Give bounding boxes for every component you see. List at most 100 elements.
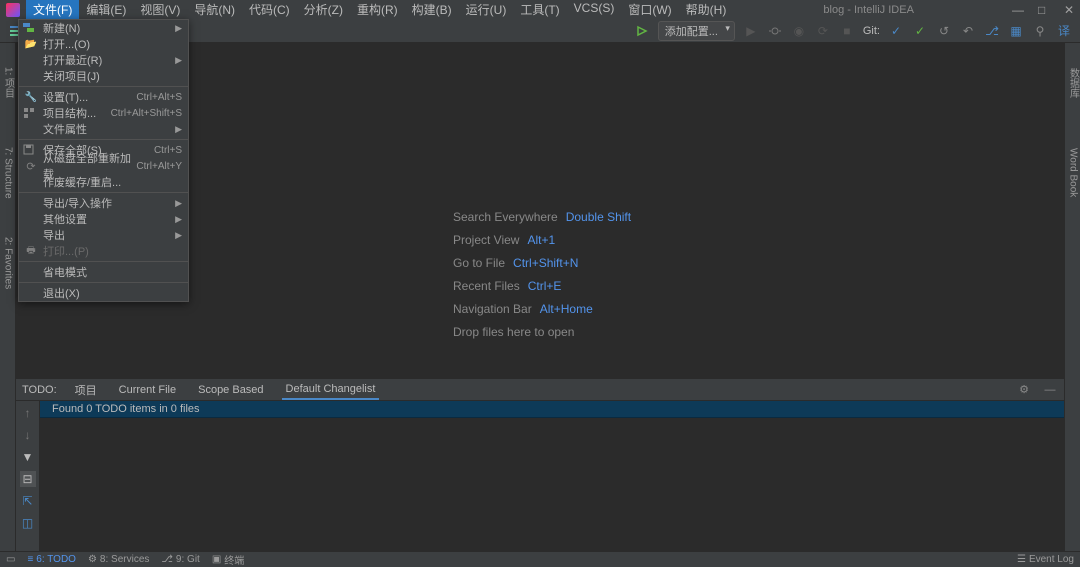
- sb-icon: ⚙: [88, 554, 97, 565]
- menu-item-label: 新建(N): [43, 20, 171, 36]
- run-config-select[interactable]: 添加配置...: [658, 21, 735, 41]
- menu-5[interactable]: 分析(Z): [297, 0, 350, 20]
- reload-icon: ⟳: [23, 160, 39, 173]
- collapse-icon[interactable]: ↓: [20, 427, 36, 443]
- menu-item-label: 设置(T)...: [43, 89, 136, 105]
- git-update-icon[interactable]: ✓: [888, 23, 904, 39]
- git-history-icon[interactable]: ↺: [936, 23, 952, 39]
- todo-tabs: TODO: 项目Current FileScope BasedDefault C…: [16, 379, 1064, 401]
- file-menu-item-0[interactable]: 新建(N)▶: [19, 20, 188, 36]
- git-commit-icon[interactable]: ✓: [912, 23, 928, 39]
- menu-3[interactable]: 导航(N): [187, 0, 242, 20]
- search-everywhere-icon[interactable]: ⚲: [1032, 23, 1048, 39]
- menu-7[interactable]: 构建(B): [405, 0, 459, 20]
- left-tool-2[interactable]: 2: Favorites: [0, 233, 16, 293]
- tool-label: 1: 项目: [1, 67, 16, 98]
- hint-shortcut: Ctrl+E: [528, 279, 562, 293]
- todo-tab-2[interactable]: Scope Based: [194, 381, 267, 399]
- file-menu-item-1[interactable]: 📂 打开...(O): [19, 36, 188, 52]
- maximize-button[interactable]: □: [1038, 3, 1048, 17]
- sb-label: 9: Git: [176, 554, 200, 565]
- empty-editor-hints: Search EverywhereDouble ShiftProject Vie…: [453, 210, 631, 348]
- statusbar-item-1[interactable]: ⚙8: Services: [88, 554, 149, 565]
- statusbar-item-0[interactable]: ≡6: TODO: [27, 554, 76, 565]
- file-menu-item-11[interactable]: 作废缓存/重启...: [19, 174, 188, 190]
- todo-tab-0[interactable]: 项目: [71, 379, 101, 401]
- menu-8[interactable]: 运行(U): [459, 0, 514, 20]
- git-revert-icon[interactable]: ↶: [960, 23, 976, 39]
- todo-content: Found 0 TODO items in 0 files: [40, 401, 1064, 551]
- file-menu-item-15[interactable]: 导出 ▶: [19, 227, 188, 243]
- todo-tab-1[interactable]: Current File: [115, 381, 180, 399]
- toolwindow-quick-icon[interactable]: ▭: [6, 554, 15, 565]
- file-menu-item-6[interactable]: 项目结构...Ctrl+Alt+Shift+S: [19, 105, 188, 121]
- submenu-arrow-icon: ▶: [175, 55, 182, 66]
- file-menu-item-7[interactable]: 文件属性▶: [19, 121, 188, 137]
- file-menu-item-14[interactable]: 其他设置▶: [19, 211, 188, 227]
- file-menu-item-18[interactable]: 省电模式: [19, 264, 188, 280]
- hint-label: Drop files here to open: [453, 325, 574, 339]
- expand-icon[interactable]: ↑: [20, 405, 36, 421]
- menu-12[interactable]: 帮助(H): [679, 0, 734, 20]
- hint-shortcut: Alt+Home: [540, 302, 593, 316]
- coverage-icon[interactable]: ◉: [791, 23, 807, 39]
- hint-label: Navigation Bar: [453, 302, 532, 316]
- group-icon[interactable]: ⊟: [20, 471, 36, 487]
- debug-icon[interactable]: [767, 23, 783, 39]
- file-menu-item-3[interactable]: 关闭项目(J): [19, 68, 188, 84]
- left-tool-0[interactable]: 1: 项目: [0, 53, 16, 113]
- folder-open-icon: 📂: [23, 39, 39, 50]
- todo-hide-icon[interactable]: —: [1042, 382, 1058, 398]
- run-icon[interactable]: ▶: [743, 23, 759, 39]
- menu-0[interactable]: 文件(F): [26, 0, 79, 20]
- menu-item-label: 导出: [43, 227, 171, 243]
- menu-2[interactable]: 视图(V): [133, 0, 187, 20]
- autoscroll-icon[interactable]: ⇱: [20, 493, 36, 509]
- file-menu-item-16[interactable]: 🖶打印...(P): [19, 243, 188, 259]
- menu-item-label: 打开...(O): [43, 36, 182, 52]
- submenu-arrow-icon: ▶: [175, 230, 182, 241]
- menubar: 文件(F)编辑(E)视图(V)导航(N)代码(C)分析(Z)重构(R)构建(B)…: [26, 0, 733, 20]
- statusbar-right-0[interactable]: ☰Event Log: [1017, 554, 1074, 565]
- menu-11[interactable]: 窗口(W): [621, 0, 678, 20]
- hint-1: Project ViewAlt+1: [453, 233, 631, 247]
- folder-tree-icon: [23, 22, 39, 34]
- menu-item-label: 导出/导入操作: [43, 195, 171, 211]
- todo-tab-3[interactable]: Default Changelist: [282, 380, 380, 400]
- menu-4[interactable]: 代码(C): [242, 0, 297, 20]
- file-menu-item-10[interactable]: ⟳从磁盘全部重新加载Ctrl+Alt+Y: [19, 158, 188, 174]
- tool-label: 2: Favorites: [3, 237, 14, 289]
- hint-shortcut: Ctrl+Shift+N: [513, 256, 578, 270]
- filter-icon[interactable]: ▼: [20, 449, 36, 465]
- git-branch-icon[interactable]: ⎇: [984, 23, 1000, 39]
- build-icon[interactable]: [634, 23, 650, 39]
- statusbar-item-3[interactable]: ▣终端: [212, 552, 244, 567]
- menu-1[interactable]: 编辑(E): [79, 0, 133, 20]
- file-menu-item-13[interactable]: 导出/导入操作 ▶: [19, 195, 188, 211]
- right-tool-0[interactable]: 数据库: [1065, 53, 1080, 113]
- translate-icon[interactable]: 译: [1056, 23, 1072, 39]
- save-all-icon: [23, 144, 39, 156]
- menu-item-label: 其他设置: [43, 211, 171, 227]
- submenu-arrow-icon: ▶: [175, 198, 182, 209]
- window-title: blog - IntelliJ IDEA: [733, 4, 1004, 16]
- file-menu-item-5[interactable]: 🔧设置(T)...Ctrl+Alt+S: [19, 89, 188, 105]
- stop-icon[interactable]: ■: [839, 23, 855, 39]
- statusbar-item-2[interactable]: ⎇9: Git: [161, 554, 199, 565]
- preview-icon[interactable]: ◫: [20, 515, 36, 531]
- file-menu-item-2[interactable]: 打开最近(R)▶: [19, 52, 188, 68]
- structure-icon[interactable]: ▦: [1008, 23, 1024, 39]
- minimize-button[interactable]: —: [1012, 3, 1022, 17]
- todo-panel: TODO: 项目Current FileScope BasedDefault C…: [16, 379, 1064, 551]
- hint-shortcut: Alt+1: [527, 233, 555, 247]
- file-menu-item-20[interactable]: 退出(X): [19, 285, 188, 301]
- todo-settings-icon[interactable]: ⚙: [1016, 382, 1032, 398]
- right-tool-1[interactable]: Word Book: [1065, 143, 1080, 203]
- profile-icon[interactable]: ⟳: [815, 23, 831, 39]
- left-tool-1[interactable]: 7: Structure: [0, 143, 16, 203]
- menu-9[interactable]: 工具(T): [513, 0, 566, 20]
- menu-10[interactable]: VCS(S): [567, 0, 622, 20]
- menu-6[interactable]: 重构(R): [350, 0, 405, 20]
- menu-item-label: 省电模式: [43, 264, 182, 280]
- close-button[interactable]: ✕: [1064, 3, 1074, 17]
